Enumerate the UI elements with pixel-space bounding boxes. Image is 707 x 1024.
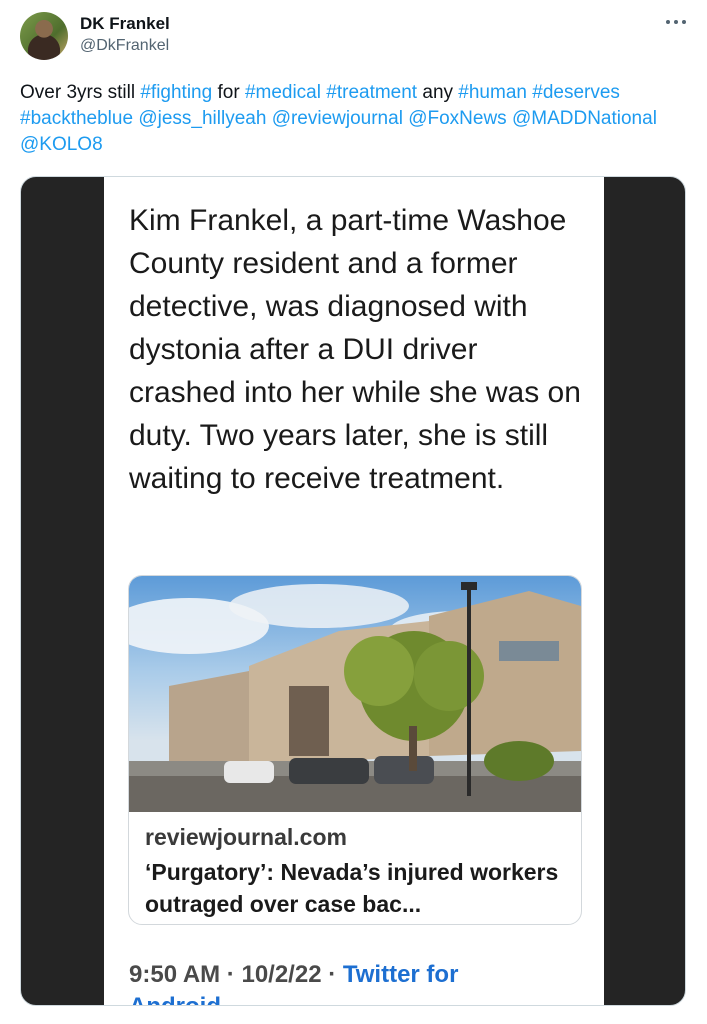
timestamp-date: 10/2/22: [241, 961, 322, 988]
separator: ·: [220, 961, 242, 988]
author-handle[interactable]: @DkFrankel: [80, 37, 169, 55]
tweet-link-medical[interactable]: #medical: [245, 82, 321, 103]
tweet-link-jess_hillyeah[interactable]: @jess_hillyeah: [138, 108, 266, 129]
tweet-source: Twitter for: [342, 961, 459, 988]
screenshot-timestamp: 9:50 AM · 10/2/22 · Twitter for: [129, 961, 599, 989]
tweet-link-foxnews[interactable]: @FoxNews: [408, 108, 506, 129]
separator: ·: [321, 961, 343, 988]
tweet-source-continued: Android: [129, 993, 221, 1005]
author-avatar[interactable]: [20, 12, 68, 60]
tweet-media-image[interactable]: Kim Frankel, a part-time Washoe County r…: [20, 176, 686, 1006]
tweet-link-reviewjournal[interactable]: @reviewjournal: [272, 108, 403, 129]
embedded-screenshot: Kim Frankel, a part-time Washoe County r…: [104, 177, 604, 1005]
tweet-text-segment: for: [212, 82, 245, 103]
tweet-link-fighting[interactable]: #fighting: [140, 82, 212, 103]
tweet-link-backtheblue[interactable]: #backtheblue: [20, 108, 133, 129]
card-title: ‘Purgatory’: Nevada’s injured workers ou…: [145, 859, 559, 917]
building-photo-illustration: [129, 582, 581, 812]
tweet-text-segment: any: [417, 82, 459, 103]
tweet-link-treatment[interactable]: #treatment: [326, 82, 417, 103]
timestamp-time: 9:50 AM: [129, 961, 221, 988]
tweet-link-maddnational[interactable]: @MADDNational: [512, 108, 657, 129]
more-horizontal-icon: [666, 20, 686, 24]
more-options-icon[interactable]: [662, 12, 690, 32]
card-domain: reviewjournal.com: [145, 824, 347, 850]
article-photo: [129, 576, 581, 812]
tweet-text-segment: Over 3yrs still: [20, 82, 141, 103]
link-card: reviewjournal.com ‘Purgatory’: Nevada’s …: [128, 575, 582, 925]
tweet-link-deserves[interactable]: #deserves: [532, 82, 620, 103]
tweet-text: Over 3yrs still #fighting for #medical #…: [20, 80, 692, 158]
screenshot-body-text: Kim Frankel, a part-time Washoe County r…: [129, 204, 581, 495]
author-name[interactable]: DK Frankel: [80, 14, 170, 34]
tweet-link-kolo8[interactable]: @KOLO8: [20, 134, 103, 155]
tweet-link-human[interactable]: #human: [458, 82, 527, 103]
